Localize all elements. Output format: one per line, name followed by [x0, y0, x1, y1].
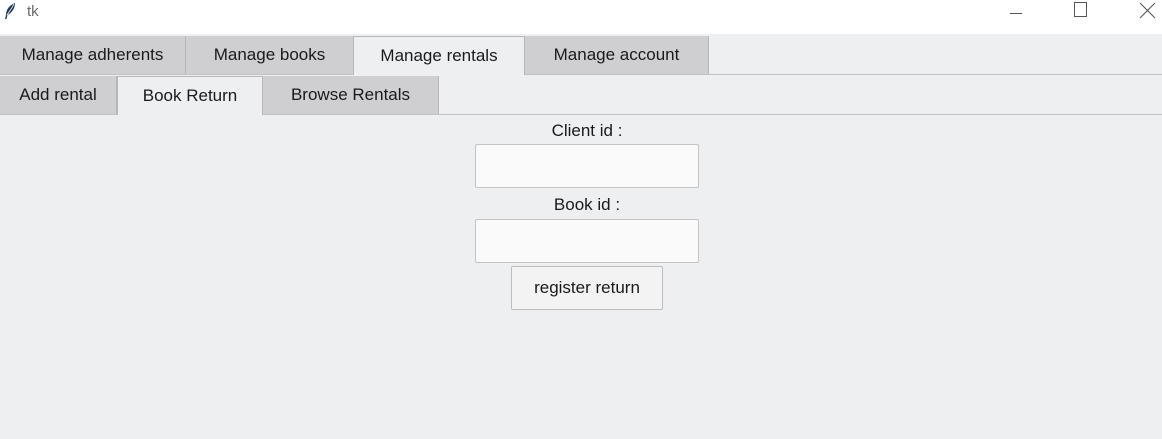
tab-manage-rentals[interactable]: Manage rentals	[353, 36, 525, 75]
maximize-button[interactable]	[1058, 0, 1104, 26]
book-id-input[interactable]	[475, 219, 699, 263]
feather-icon	[4, 3, 16, 19]
minimize-icon	[1010, 13, 1022, 14]
close-button[interactable]	[1118, 0, 1162, 26]
client-id-label: Client id :	[551, 121, 623, 140]
window-title: tk	[27, 3, 39, 20]
register-return-button[interactable]: register return	[511, 266, 663, 310]
app-window: tk Manage adherents Manage books Manage …	[0, 0, 1162, 439]
book-id-label: Book id :	[553, 195, 621, 214]
maximize-icon	[1074, 2, 1087, 17]
tab-manage-account[interactable]: Manage account	[525, 36, 709, 74]
close-icon	[1139, 2, 1156, 19]
title-bar: tk	[0, 0, 1162, 34]
sub-tab-bar: Add rental Book Return Browse Rentals	[0, 76, 1162, 115]
client-id-input[interactable]	[475, 144, 699, 188]
tab-manage-adherents[interactable]: Manage adherents	[0, 36, 186, 74]
tab-manage-books[interactable]: Manage books	[186, 36, 354, 74]
tab-add-rental[interactable]: Add rental	[0, 76, 117, 114]
tab-book-return[interactable]: Book Return	[117, 76, 263, 115]
minimize-button[interactable]	[993, 0, 1039, 26]
tab-browse-rentals[interactable]: Browse Rentals	[263, 76, 439, 114]
main-tab-bar: Manage adherents Manage books Manage ren…	[0, 36, 1162, 75]
